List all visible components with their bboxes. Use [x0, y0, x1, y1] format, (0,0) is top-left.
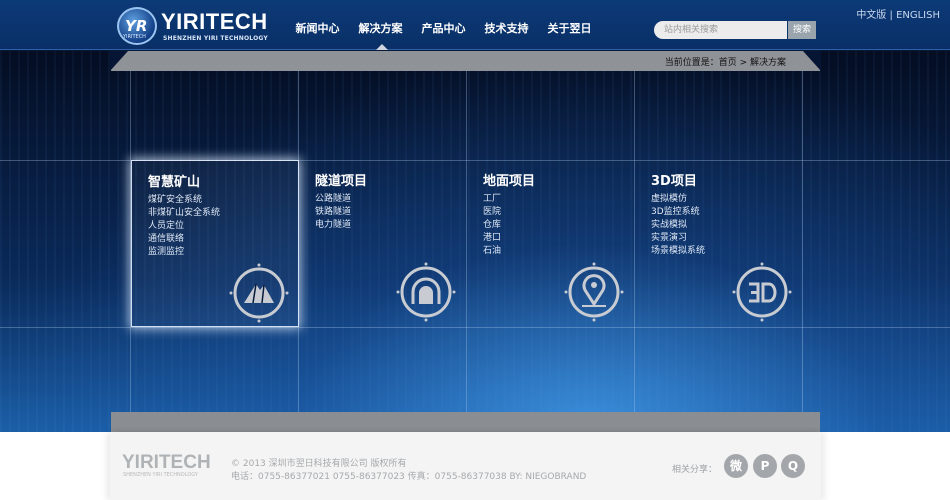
qq-icon[interactable]: Q: [781, 454, 805, 478]
logo-badge[interactable]: YR YIRITECH: [117, 7, 157, 45]
panel-item[interactable]: 石油: [483, 245, 501, 258]
panel-item[interactable]: 煤矿安全系统: [148, 194, 220, 207]
panel-item[interactable]: 港口: [483, 232, 501, 245]
nav-item[interactable]: 产品中心: [412, 0, 475, 50]
panel-item[interactable]: 公路隧道: [315, 193, 351, 206]
panel-item[interactable]: 医院: [483, 206, 501, 219]
panel-item-list: 煤矿安全系统 非煤矿山安全系统 人员定位 通信联络 监测监控: [148, 194, 220, 259]
panel-item[interactable]: 工厂: [483, 193, 501, 206]
nav-item[interactable]: 新闻中心: [286, 0, 349, 50]
panel-item-list: 公路隧道 铁路隧道 电力隧道: [315, 193, 351, 232]
panel-item[interactable]: 监测监控: [148, 246, 220, 259]
lang-separator: |: [889, 10, 893, 21]
copyright-text: © 2013 深圳市翌日科技有限公司 版权所有: [231, 459, 407, 469]
logo-badge-text: YR: [125, 17, 148, 35]
solution-panel-mining[interactable]: 智慧矿山 煤矿安全系统 非煤矿山安全系统 人员定位 通信联络 监测监控: [131, 160, 299, 327]
weibo-icon[interactable]: 微: [724, 454, 748, 478]
search-input[interactable]: [654, 21, 787, 39]
site-footer: YIRITECH SHENZHEN YIRI TECHNOLOGY © 2013…: [0, 432, 950, 500]
panel-item[interactable]: 仓库: [483, 219, 501, 232]
site-header: YR YIRITECH YIRITECH SHENZHEN YIRI TECHN…: [0, 0, 950, 50]
footer-logo-subtitle: SHENZHEN YIRI TECHNOLOGY: [123, 472, 198, 478]
breadcrumb: 当前位置是：首页 > 解决方案: [664, 58, 786, 68]
panel-item[interactable]: 非煤矿山安全系统: [148, 207, 220, 220]
panel-item[interactable]: 通信联络: [148, 233, 220, 246]
panel-item[interactable]: 铁路隧道: [315, 206, 351, 219]
panel-item[interactable]: 实景演习: [651, 232, 705, 245]
panel-item[interactable]: 电力隧道: [315, 219, 351, 232]
brand-name[interactable]: YIRITECH: [161, 9, 268, 35]
grid-line-horizontal: [0, 327, 950, 328]
main-nav: 新闻中心 解决方案 产品中心 技术支持 关于翌日: [286, 0, 601, 50]
panel-item-list: 工厂 医院 仓库 港口 石油: [483, 193, 501, 258]
solution-panel-tunnel[interactable]: 隧道项目 公路隧道 铁路隧道 电力隧道: [299, 160, 467, 327]
nav-item[interactable]: 关于翌日: [538, 0, 601, 50]
contact-text: 电话：0755-86377021 0755-86377023 传真：0755-8…: [231, 472, 587, 482]
panel-title: 地面项目: [483, 174, 536, 189]
mountain-icon: [229, 263, 289, 323]
solution-panel-ground[interactable]: 地面项目 工厂 医院 仓库 港口 石油: [467, 160, 635, 327]
panel-item[interactable]: 3D监控系统: [651, 206, 705, 219]
location-pin-icon: [564, 262, 624, 322]
share-label: 相关分享：: [672, 465, 718, 475]
search-button[interactable]: 搜索: [788, 21, 816, 39]
3d-icon: [732, 262, 792, 322]
panel-item[interactable]: 实战模拟: [651, 219, 705, 232]
stage-bottom-bar: [111, 412, 820, 432]
nav-item[interactable]: 解决方案: [349, 0, 412, 50]
panel-item-list: 虚拟模仿 3D监控系统 实战模拟 实景演习 场景模拟系统: [651, 193, 705, 258]
panel-title: 3D项目: [651, 174, 697, 189]
panel-item[interactable]: 虚拟模仿: [651, 193, 705, 206]
brand-subtitle: SHENZHEN YIRI TECHNOLOGY: [163, 35, 268, 42]
solutions-stage: 当前位置是：首页 > 解决方案 智慧矿山 煤矿安全系统 非煤矿山安全系统 人员定…: [0, 51, 950, 432]
panel-title: 智慧矿山: [148, 175, 201, 190]
tencent-weibo-icon[interactable]: P: [753, 454, 777, 478]
lang-chinese-link[interactable]: 中文版: [856, 10, 886, 21]
lang-english-link[interactable]: ENGLISH: [896, 10, 940, 21]
footer-logo[interactable]: YIRITECH: [122, 452, 211, 474]
footer-panel: YIRITECH SHENZHEN YIRI TECHNOLOGY © 2013…: [110, 432, 821, 500]
panel-item[interactable]: 场景模拟系统: [651, 245, 705, 258]
nav-item[interactable]: 技术支持: [475, 0, 538, 50]
language-switcher: 中文版 | ENGLISH: [856, 6, 940, 21]
logo-badge-subtext: YIRITECH: [123, 34, 146, 40]
panel-title: 隧道项目: [315, 174, 368, 189]
solution-panel-3d[interactable]: 3D项目 虚拟模仿 3D监控系统 实战模拟 实景演习 场景模拟系统: [635, 160, 803, 327]
breadcrumb-bar: 当前位置是：首页 > 解决方案: [110, 51, 821, 71]
tunnel-icon: [396, 262, 456, 322]
panel-item[interactable]: 人员定位: [148, 220, 220, 233]
